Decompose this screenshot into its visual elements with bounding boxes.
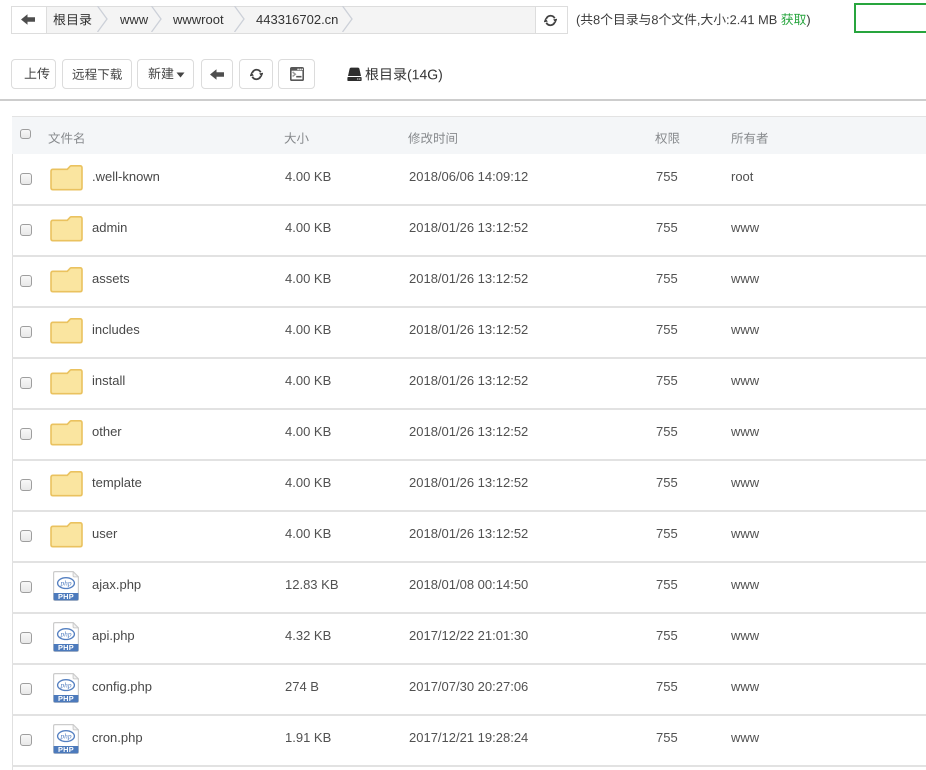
svg-text:PHP: PHP [58,694,74,703]
svg-text:PHP: PHP [58,745,74,754]
svg-text:php: php [59,578,71,587]
svg-text:PHP: PHP [58,592,74,601]
svg-text:php: php [59,629,71,638]
svg-text:PHP: PHP [58,643,74,652]
svg-text:php: php [59,680,71,689]
svg-text:php: php [59,731,71,740]
